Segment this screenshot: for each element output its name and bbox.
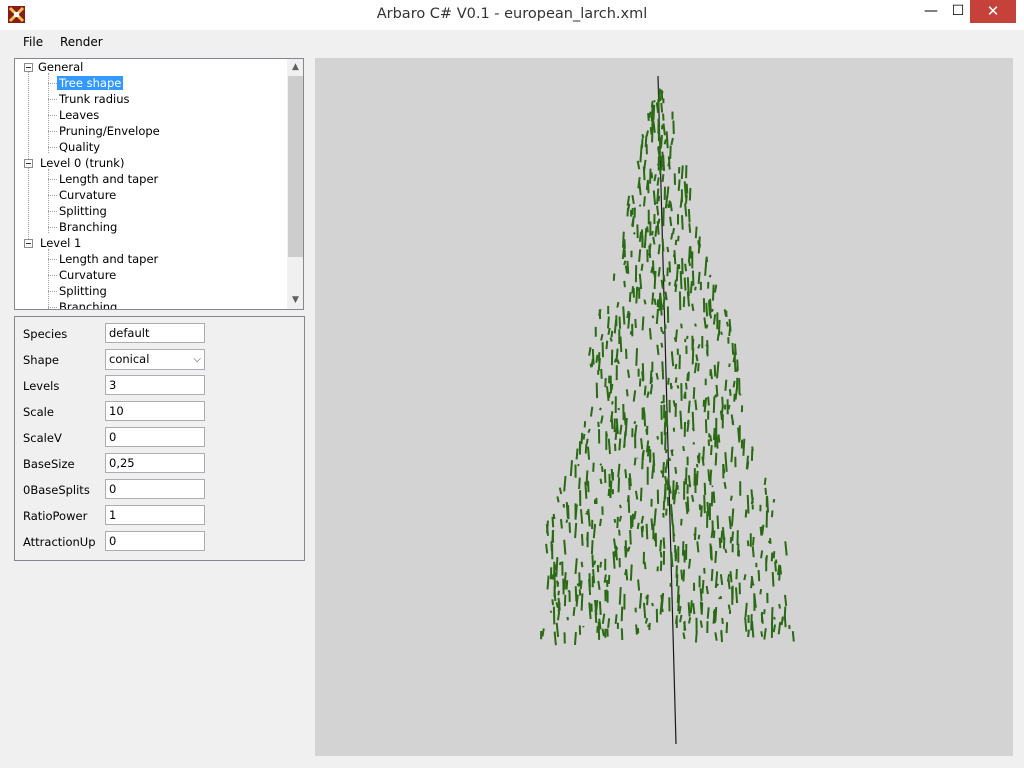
tree-line (48, 195, 57, 196)
tree-line (48, 291, 57, 292)
parameters-panel: Species default Shape conical ⌵ Levels 3… (14, 316, 305, 561)
close-button[interactable]: ✕ (970, 0, 1016, 23)
scalev-label: ScaleV (23, 431, 62, 445)
levels-input[interactable]: 3 (105, 375, 205, 395)
tree-node-leaves[interactable]: Leaves (59, 107, 99, 123)
menu-bar: File Render (0, 30, 1024, 54)
species-input[interactable]: default (105, 323, 205, 343)
tree-node-pruning-envelope[interactable]: Pruning/Envelope (59, 123, 160, 139)
window-title: Arbaro C# V0.1 - european_larch.xml (376, 6, 648, 22)
title-bar: Arbaro C# V0.1 - european_larch.xml — ☐ … (0, 0, 1024, 30)
tree-node-label: Tree shape (57, 76, 124, 90)
tree-line (48, 115, 57, 116)
parameter-tree[interactable]: General Tree shape Trunk radius Leaves P… (14, 58, 304, 310)
tree-node-label: Pruning/Envelope (59, 124, 160, 138)
species-label: Species (23, 327, 68, 341)
chevron-down-icon[interactable]: ▼ (287, 292, 303, 309)
tree-node-general[interactable]: General (38, 59, 83, 75)
tree-line (48, 307, 57, 308)
minimize-button[interactable]: — (914, 0, 948, 23)
chevron-down-icon: ⌵ (193, 354, 201, 365)
tree-node-label: Level 0 (trunk) (40, 156, 125, 170)
tree-node-label: Trunk radius (59, 92, 130, 106)
render-viewport[interactable] (315, 58, 1013, 756)
ratiopower-input[interactable]: 1 (105, 505, 205, 525)
tree-node-splitting[interactable]: Splitting (59, 283, 107, 299)
ratiopower-label: RatioPower (23, 509, 88, 523)
tree-line (48, 227, 57, 228)
tree-line (48, 275, 57, 276)
tree-node-branching[interactable]: Branching (59, 219, 117, 235)
tree-line (48, 131, 57, 132)
scroll-thumb[interactable] (288, 76, 303, 257)
tree-node-label: Branching (59, 300, 118, 310)
tree-node-label: Splitting (59, 204, 107, 218)
tree-node-label: Curvature (59, 268, 117, 282)
tree-node-branching[interactable]: Branching (59, 299, 118, 310)
tree-node-label: Quality (59, 140, 101, 154)
tree-line (48, 211, 57, 212)
tree-node-label: Level 1 (40, 236, 82, 250)
shape-select[interactable]: conical ⌵ (105, 349, 205, 370)
menu-file[interactable]: File (23, 35, 43, 49)
basesplits-label: 0BaseSplits (23, 483, 90, 497)
tree-node-label: Branching (59, 220, 118, 234)
tree-node-tree-shape[interactable]: Tree shape (57, 75, 124, 91)
tree-node-label: Curvature (59, 188, 117, 202)
scalev-input[interactable]: 0 (105, 427, 205, 447)
tree-foliage (540, 88, 795, 646)
collapse-icon[interactable] (24, 159, 33, 168)
tree-node-length-taper[interactable]: Length and taper (59, 251, 158, 267)
tree-node-label: Splitting (59, 284, 107, 298)
tree-node-label: General (38, 60, 84, 74)
shape-label: Shape (23, 353, 60, 367)
tree-node-curvature[interactable]: Curvature (59, 187, 116, 203)
basesplits-input[interactable]: 0 (105, 479, 205, 499)
chevron-up-icon[interactable]: ▲ (287, 59, 303, 76)
tree-node-label: Leaves (59, 108, 100, 122)
tree-node-level-1[interactable]: Level 1 (40, 235, 81, 251)
collapse-icon[interactable] (24, 239, 33, 248)
tree-node-label: Length and taper (59, 252, 159, 266)
maximize-button[interactable]: ☐ (948, 0, 968, 23)
scale-input[interactable]: 10 (105, 401, 205, 421)
attractionup-label: AttractionUp (23, 535, 96, 549)
shape-select-value: conical (109, 352, 150, 366)
basesize-label: BaseSize (23, 457, 75, 471)
menu-render[interactable]: Render (60, 35, 103, 49)
tree-node-label: Length and taper (59, 172, 159, 186)
tree-scrollbar[interactable]: ▲ ▼ (287, 59, 303, 309)
tree-line (48, 259, 57, 260)
tree-node-level-0[interactable]: Level 0 (trunk) (40, 155, 124, 171)
tree-line (48, 147, 57, 148)
tree-node-splitting[interactable]: Splitting (59, 203, 107, 219)
tree-node-curvature[interactable]: Curvature (59, 267, 116, 283)
tree-node-quality[interactable]: Quality (59, 139, 100, 155)
tree-line (48, 73, 49, 153)
collapse-icon[interactable] (24, 63, 33, 72)
tree-render-image (540, 75, 795, 745)
tree-node-length-taper[interactable]: Length and taper (59, 171, 158, 187)
scale-label: Scale (23, 405, 54, 419)
tree-line (48, 179, 57, 180)
attractionup-input[interactable]: 0 (105, 531, 205, 551)
tree-node-trunk-radius[interactable]: Trunk radius (59, 91, 130, 107)
tree-line (48, 83, 57, 84)
basesize-input[interactable]: 0,25 (105, 453, 205, 473)
levels-label: Levels (23, 379, 60, 393)
tree-line (48, 99, 57, 100)
